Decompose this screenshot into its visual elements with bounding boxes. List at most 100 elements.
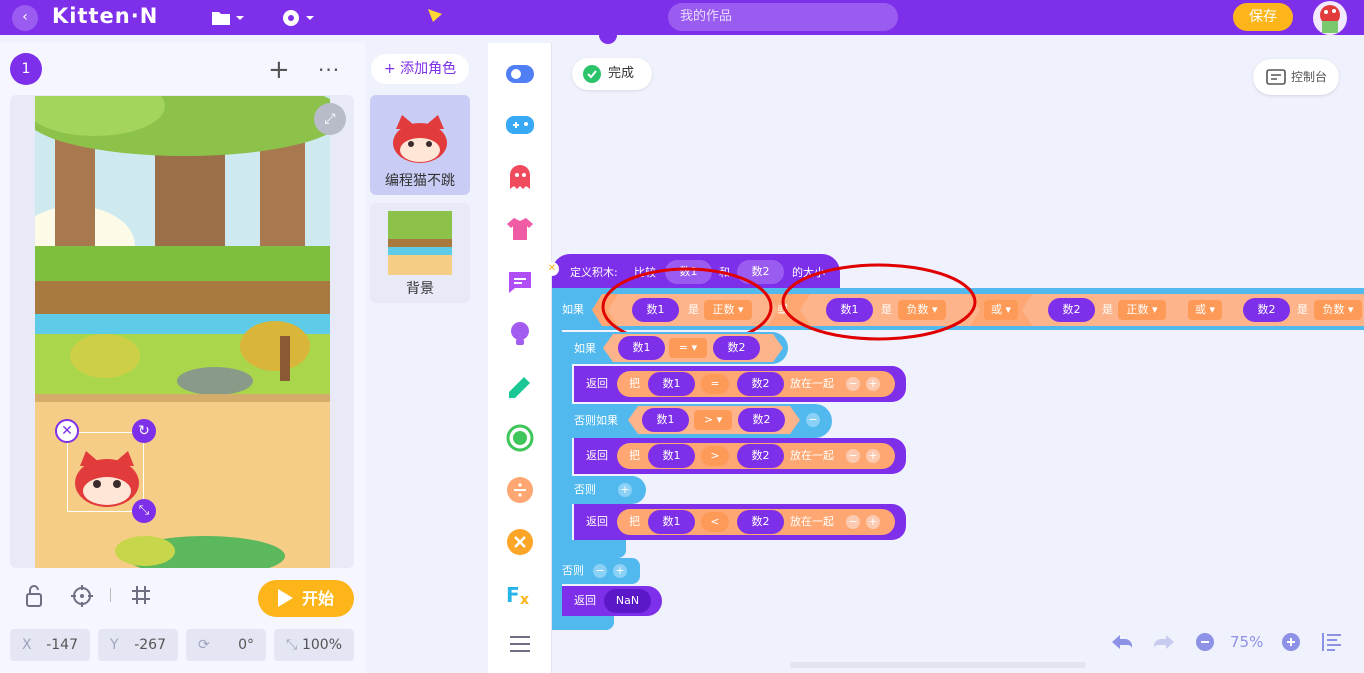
var-pill[interactable]: 数1	[648, 510, 695, 534]
chevron-left-icon: ‹	[22, 9, 28, 25]
minus-icon[interactable]: −	[846, 449, 860, 463]
back-button[interactable]: ‹	[12, 5, 38, 31]
background-thumbnail	[388, 211, 452, 275]
shirt-category-icon[interactable]	[506, 215, 534, 243]
rotation-field[interactable]: ⟳ 0°	[186, 629, 266, 661]
var-pill[interactable]: 数1	[642, 408, 689, 432]
svg-text:x: x	[520, 592, 529, 608]
return-label: 返回	[586, 515, 608, 528]
project-title-input[interactable]: 我的作品	[668, 3, 898, 31]
op-value: <	[701, 512, 729, 532]
var-pill[interactable]: 数1	[648, 444, 695, 468]
play-icon	[276, 588, 294, 611]
var-pill[interactable]: 数2	[1243, 298, 1290, 322]
elseif-label: 否则如果	[574, 414, 618, 427]
scene-number-badge[interactable]: 1	[10, 53, 42, 85]
redo-icon[interactable]	[1152, 632, 1176, 652]
background-name: 背景	[406, 281, 434, 297]
rotate-icon[interactable]: ↻	[132, 419, 156, 443]
function-category-icon[interactable]: Fx	[506, 580, 534, 608]
disc-icon	[283, 10, 314, 26]
scale-field[interactable]: ⤡ 100%	[274, 629, 354, 661]
op-dropdown[interactable]: = ▾	[669, 338, 707, 358]
pencil-icon[interactable]	[426, 6, 444, 27]
folder-icon	[212, 12, 244, 25]
close-sprite-icon[interactable]: ✕	[55, 419, 79, 443]
x-label: X	[22, 637, 32, 653]
nan-value[interactable]: NaN	[604, 589, 651, 613]
more-icon[interactable]: ···	[318, 58, 340, 82]
plus-icon[interactable]: +	[866, 377, 880, 391]
var-pill[interactable]: 数2	[737, 510, 784, 534]
app-logo: Kitten·N	[52, 4, 159, 28]
horizontal-scrollbar[interactable]	[790, 662, 1086, 668]
var-pill[interactable]: 数2	[737, 372, 784, 396]
cat-thumbnail	[393, 115, 447, 163]
else-foot	[552, 614, 614, 630]
together-label: 放在一起	[790, 449, 834, 462]
return-label: 返回	[586, 377, 608, 390]
sign-dropdown[interactable]: 负数 ▾	[1314, 300, 1362, 320]
var-pill[interactable]: 数1	[648, 372, 695, 396]
ghost-category-icon[interactable]	[506, 163, 534, 191]
chat-category-icon[interactable]	[506, 268, 534, 296]
or-dropdown[interactable]: 或 ▾	[1188, 300, 1222, 320]
sprite-name: 编程猫不跳	[385, 173, 455, 189]
minus-icon[interactable]: −	[806, 413, 820, 427]
together-label: 放在一起	[790, 377, 834, 390]
console-icon	[1266, 69, 1286, 85]
zoom-out-icon[interactable]	[1195, 632, 1215, 652]
lock-icon[interactable]	[24, 584, 44, 613]
y-coordinate-field[interactable]: Y -267	[98, 629, 178, 661]
menu-icon[interactable]	[506, 630, 534, 658]
y-value: -267	[134, 637, 166, 653]
fullscreen-icon[interactable]: ⤢	[314, 103, 346, 135]
circle-category-icon[interactable]	[506, 424, 534, 452]
var-pill[interactable]: 数2	[738, 408, 785, 432]
minus-icon[interactable]: −	[846, 377, 860, 391]
add-sprite-button[interactable]: + 添加角色	[371, 54, 469, 84]
var-pill[interactable]: 数2	[1048, 298, 1095, 322]
grid-icon[interactable]	[130, 584, 152, 611]
start-button[interactable]: 开始	[258, 580, 354, 617]
cat-sprite[interactable]	[72, 451, 142, 511]
zoom-in-icon[interactable]	[1281, 632, 1301, 652]
minus-icon[interactable]: −	[846, 515, 860, 529]
op-dropdown[interactable]: > ▾	[694, 410, 732, 430]
crosshair-icon[interactable]	[70, 584, 94, 613]
collapse-icon[interactable]: ✕	[545, 262, 559, 276]
toggle-category-icon[interactable]	[506, 60, 534, 88]
divide-category-icon[interactable]	[506, 476, 534, 504]
add-scene-icon[interactable]: +	[268, 57, 290, 83]
var-pill[interactable]: 数2	[713, 336, 760, 360]
avatar[interactable]	[1313, 1, 1347, 35]
align-blocks-icon[interactable]	[1320, 632, 1344, 652]
save-button[interactable]: 保存	[1233, 3, 1293, 31]
op-value: >	[703, 413, 714, 426]
resize-icon[interactable]: ⤡	[132, 499, 156, 523]
undo-icon[interactable]	[1110, 632, 1134, 652]
disc-menu-button[interactable]	[282, 8, 318, 28]
x-coordinate-field[interactable]: X -147	[10, 629, 90, 661]
plus-icon[interactable]: +	[618, 483, 632, 497]
minus-icon[interactable]: −	[593, 564, 607, 578]
sign-dropdown[interactable]: 正数 ▾	[1118, 300, 1166, 320]
return-label: 返回	[586, 449, 608, 462]
op-value: >	[701, 446, 729, 466]
bulb-category-icon[interactable]	[506, 320, 534, 348]
plus-icon[interactable]: +	[866, 515, 880, 529]
gamepad-category-icon[interactable]	[506, 111, 534, 139]
multiply-category-icon[interactable]	[506, 528, 534, 556]
plus-icon[interactable]: +	[613, 564, 627, 578]
else-arm	[552, 584, 562, 616]
folder-menu-button[interactable]	[210, 8, 246, 28]
else-label: 否则	[574, 483, 596, 496]
if-block-arm	[552, 330, 562, 558]
stage-canvas[interactable]: ✕ ↻ ⤡	[35, 96, 330, 568]
var-pill[interactable]: 数1	[618, 336, 665, 360]
var-pill[interactable]: 数2	[737, 444, 784, 468]
pen-category-icon[interactable]	[506, 372, 534, 400]
join-label: 把	[629, 377, 640, 390]
inner-if-arm	[562, 364, 572, 540]
plus-icon[interactable]: +	[866, 449, 880, 463]
